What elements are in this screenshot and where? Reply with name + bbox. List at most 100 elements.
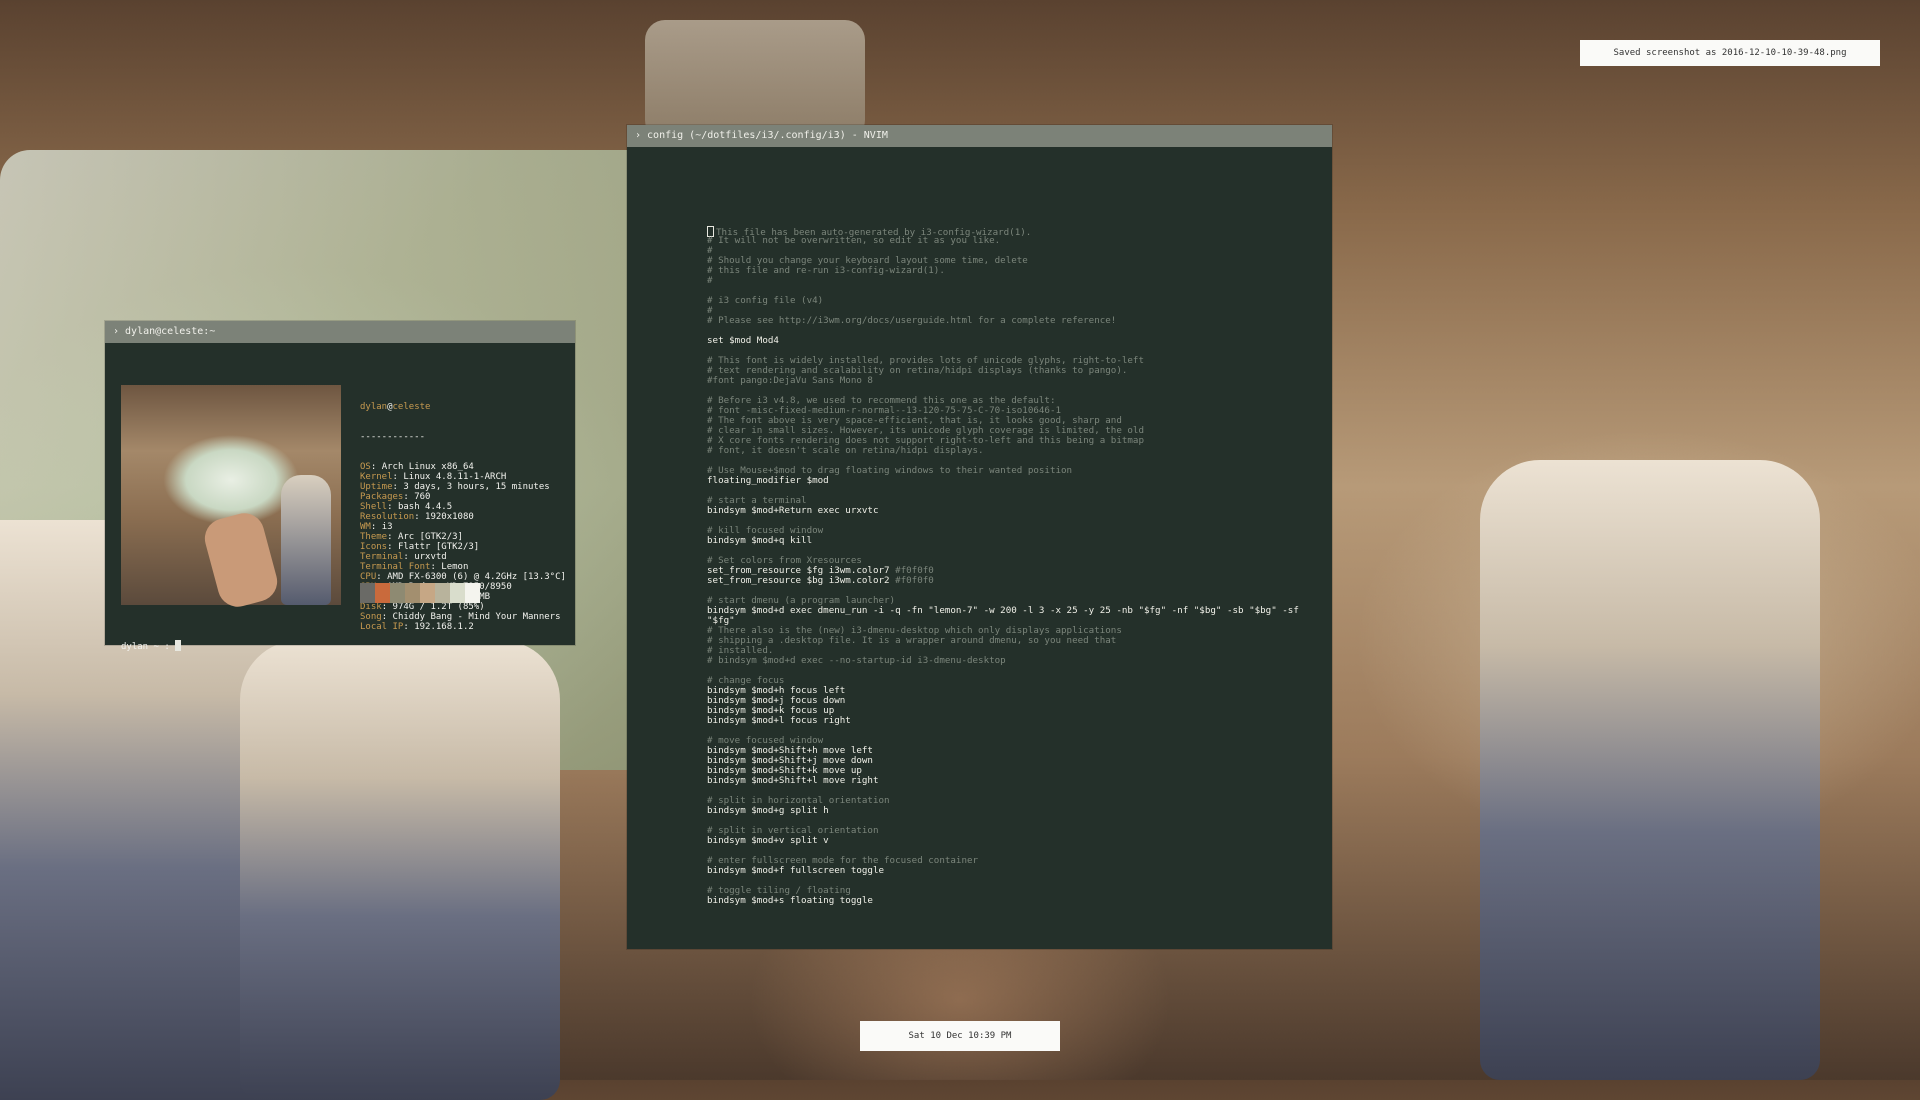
line-text: bindsym $mod+d exec dmenu_run -i -q -fn … [707, 605, 1299, 616]
neofetch-user: dylan [360, 402, 388, 412]
line-text: # this file and re-run i3-config-wizard(… [707, 265, 945, 276]
neofetch-value: 3 days, 3 hours, 15 minutes [403, 482, 550, 492]
comment-line: # bindsym $mod+d exec --no-startup-id i3… [707, 656, 1332, 666]
code-line: set_from_resource $bg i3wm.color2 #f0f0f… [707, 576, 1332, 586]
neofetch-row: OS: Arch Linux x86_64 [360, 462, 474, 472]
code-line: bindsym $mod+l focus right [707, 716, 1332, 726]
terminal-cursor [175, 640, 182, 651]
neofetch-row: Packages: 760 [360, 492, 431, 502]
terminal-body[interactable]: dylan@celeste ------------ OS: Arch Linu… [105, 343, 575, 652]
neofetch-value: 974G / 1.2T (85%) [392, 602, 485, 612]
code-line: bindsym $mod+v split v [707, 836, 1332, 846]
code-line: bindsym $mod+g split h [707, 806, 1332, 816]
code-line: bindsym $mod+f fullscreen toggle [707, 866, 1332, 876]
palette-swatch [375, 583, 390, 603]
line-comment: #f0f0f0 [895, 575, 934, 586]
terminal-window[interactable]: › dylan@celeste:~ dylan@celeste --------… [105, 321, 575, 652]
neofetch-key: CPU [360, 572, 377, 582]
neofetch-rule: ------------ [360, 432, 426, 442]
line-text: bindsym $mod+Shift+l move right [707, 775, 879, 786]
screenshot-notification[interactable]: Saved screenshot as 2016-12-10-10-39-48.… [1580, 40, 1880, 66]
neofetch-row: Terminal Font: Lemon [360, 562, 469, 572]
code-line: bindsym $mod+Return exec urxvtc [707, 506, 1332, 516]
terminal-titlebar[interactable]: › dylan@celeste:~ [105, 321, 575, 343]
palette-swatch [420, 583, 435, 603]
comment-line: # Please see http://i3wm.org/docs/usergu… [707, 316, 1332, 326]
code-line: bindsym $mod+q kill [707, 536, 1332, 546]
line-text: # font, it doesn't scale on retina/hidpi… [707, 445, 984, 456]
neofetch-info: dylan@celeste ------------ OS: Arch Linu… [360, 382, 566, 652]
line-text: bindsym $mod+g split h [707, 805, 829, 816]
neofetch-row: Shell: bash 4.4.5 [360, 502, 453, 512]
neofetch-row: Terminal: urxvtd [360, 552, 447, 562]
palette-swatch [450, 583, 465, 603]
neofetch-key: Kernel [360, 472, 393, 482]
neofetch-key: Song [360, 612, 382, 622]
wallpaper-ceiling-vent [645, 20, 865, 140]
neofetch-row: CPU: AMD FX-6300 (6) @ 4.2GHz [13.3°C] [360, 572, 566, 582]
neofetch-key: Local IP [360, 622, 404, 632]
neofetch-row: Disk: 974G / 1.2T (85%) [360, 602, 485, 612]
line-text: bindsym $mod+q kill [707, 535, 813, 546]
line-text: bindsym $mod+s floating toggle [707, 895, 873, 906]
palette-swatch [435, 583, 450, 603]
palette-swatch [405, 583, 420, 603]
code-line: bindsym $mod+d exec dmenu_run -i -q -fn … [707, 606, 1332, 616]
comment-line: # [707, 276, 1332, 286]
line-text: bindsym $mod+Return exec urxvtc [707, 505, 879, 516]
nvim-buffer[interactable]: This file has been auto-generated by i3-… [627, 147, 1332, 906]
code-line: bindsym $mod+s floating toggle [707, 896, 1332, 906]
comment-line: # i3 config file (v4) [707, 296, 1332, 306]
code-line: set $mod Mod4 [707, 336, 1332, 346]
line-text: set $mod Mod4 [707, 335, 779, 346]
neofetch-value: Arch Linux x86_64 [381, 462, 474, 472]
neofetch-row: Theme: Arc [GTK2/3] [360, 532, 463, 542]
palette-swatch [465, 583, 480, 603]
neofetch-key: Packages [360, 492, 404, 502]
neofetch-value: Lemon [441, 562, 469, 572]
neofetch-key: Resolution [360, 512, 415, 522]
neofetch-value: 192.168.1.2 [414, 622, 474, 632]
clock-text: Sat 10 Dec 10:39 PM [908, 1031, 1012, 1041]
comment-line: # font, it doesn't scale on retina/hidpi… [707, 446, 1332, 456]
neofetch-value: i3 [381, 522, 393, 532]
palette-swatch [360, 583, 375, 603]
comment-line: #font pango:DejaVu Sans Mono 8 [707, 376, 1332, 386]
neofetch-key: Uptime [360, 482, 393, 492]
comment-line: # shipping a .desktop file. It is a wrap… [707, 636, 1332, 646]
line-text: floating_modifier $mod [707, 475, 829, 486]
line-text: bindsym $mod+l focus right [707, 715, 851, 726]
wallpaper-seat [240, 640, 560, 1100]
line-text: # i3 config file (v4) [707, 295, 824, 306]
nvim-titlebar[interactable]: › config (~/dotfiles/i3/.config/i3) - NV… [627, 125, 1332, 147]
wallpaper-thumbnail-image [121, 385, 341, 612]
neofetch-row: Icons: Flattr [GTK2/3] [360, 542, 480, 552]
neofetch-row: Resolution: 1920x1080 [360, 512, 474, 522]
neofetch-row: WM: i3 [360, 522, 393, 532]
neofetch-row: Uptime: 3 days, 3 hours, 15 minutes [360, 482, 550, 492]
neofetch-value: bash 4.4.5 [397, 502, 453, 512]
code-line: bindsym $mod+Shift+l move right [707, 776, 1332, 786]
neofetch-value: AMD FX-6300 (6) @ 4.2GHz [13.3°C] [387, 572, 566, 582]
line-text: # [707, 275, 713, 286]
line-text: #font pango:DejaVu Sans Mono 8 [707, 375, 873, 386]
line-text: # It will not be overwritten, so edit it… [707, 235, 1001, 246]
neofetch-value: Linux 4.8.11-1-ARCH [403, 472, 507, 482]
line-text: bindsym $mod+v split v [707, 835, 829, 846]
line-text: # Please see http://i3wm.org/docs/usergu… [707, 315, 1117, 326]
neofetch-key: Shell [360, 502, 388, 512]
neofetch-key: Terminal Font [360, 562, 431, 572]
neofetch-value: Chiddy Bang - Mind Your Manners [392, 612, 561, 622]
wallpaper-seat [1480, 460, 1820, 1080]
nvim-window[interactable]: › config (~/dotfiles/i3/.config/i3) - NV… [627, 125, 1332, 949]
shell-prompt[interactable]: dylan ~ : [121, 640, 182, 652]
neofetch-host: celeste [392, 402, 431, 412]
neofetch-key: WM [360, 522, 371, 532]
neofetch-row: Song: Chiddy Bang - Mind Your Manners [360, 612, 561, 622]
comment-line: # this file and re-run i3-config-wizard(… [707, 266, 1332, 276]
neofetch-value: 760 [414, 492, 431, 502]
line-text: set_from_resource $bg i3wm.color2 [707, 575, 896, 586]
neofetch-row: Local IP: 192.168.1.2 [360, 622, 474, 632]
palette-swatch [390, 583, 405, 603]
